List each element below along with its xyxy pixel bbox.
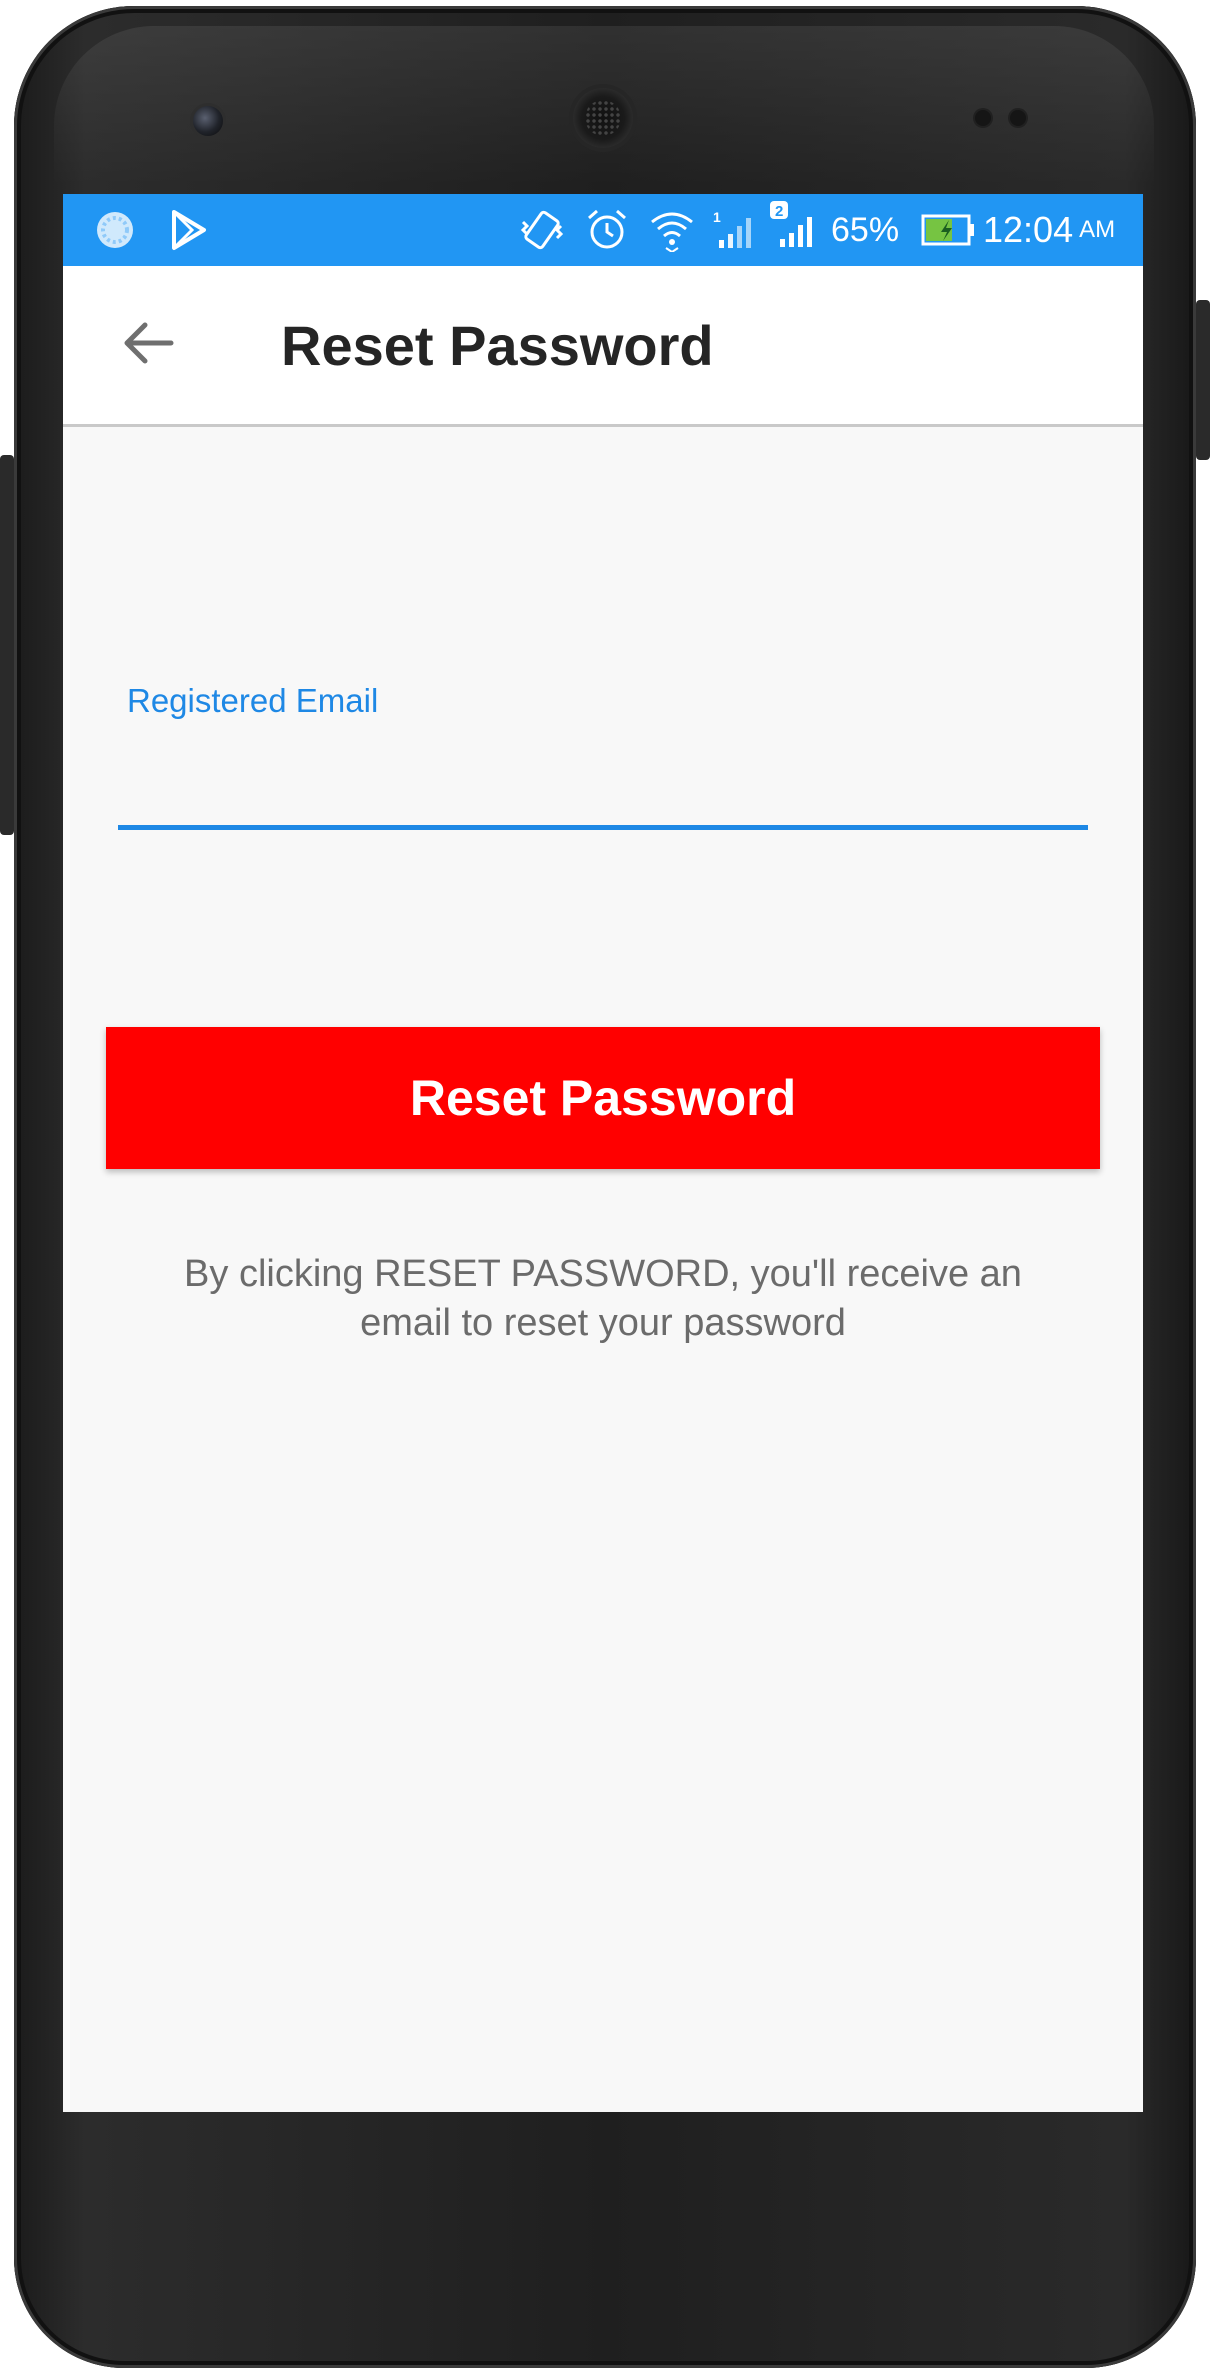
alarm-icon (585, 208, 629, 252)
wifi-icon (648, 208, 696, 252)
arrow-left-icon (124, 322, 174, 364)
signal-sim2-icon: 2 (770, 201, 818, 252)
volume-button (0, 455, 14, 835)
loading-circle-icon (93, 208, 137, 252)
signal-sim1-icon: 1 (711, 208, 757, 252)
helper-text: By clicking RESET PASSWORD, you'll recei… (184, 1253, 1022, 1344)
battery-charging-icon (921, 208, 977, 252)
status-time: 12:04 (983, 209, 1074, 250)
earpiece-grill (585, 100, 621, 136)
front-camera (193, 106, 223, 136)
page-title: Reset Password (281, 314, 714, 377)
clock: 12:04 AM (983, 208, 1115, 252)
sim2-label: 2 (775, 203, 783, 220)
status-ampm: AM (1079, 216, 1116, 243)
email-field[interactable] (118, 714, 1088, 774)
vibrate-icon (518, 208, 566, 252)
proximity-sensor (975, 110, 991, 126)
status-bar: 1 2 65% 12:04 AM (63, 194, 1143, 266)
light-sensor (1010, 110, 1026, 126)
sim1-label: 1 (713, 209, 721, 225)
play-store-icon (168, 208, 210, 252)
battery-percent-wrap: 65% (831, 208, 899, 252)
screen: 1 2 65% 12:04 AM Reset Password Register… (63, 194, 1143, 2112)
email-field-underline (118, 825, 1088, 830)
app-bar: Reset Password (63, 266, 1143, 427)
back-button[interactable] (113, 308, 183, 378)
reset-password-button[interactable]: Reset Password (106, 1027, 1100, 1169)
battery-percent: 65% (831, 210, 900, 249)
power-button (1196, 300, 1210, 460)
